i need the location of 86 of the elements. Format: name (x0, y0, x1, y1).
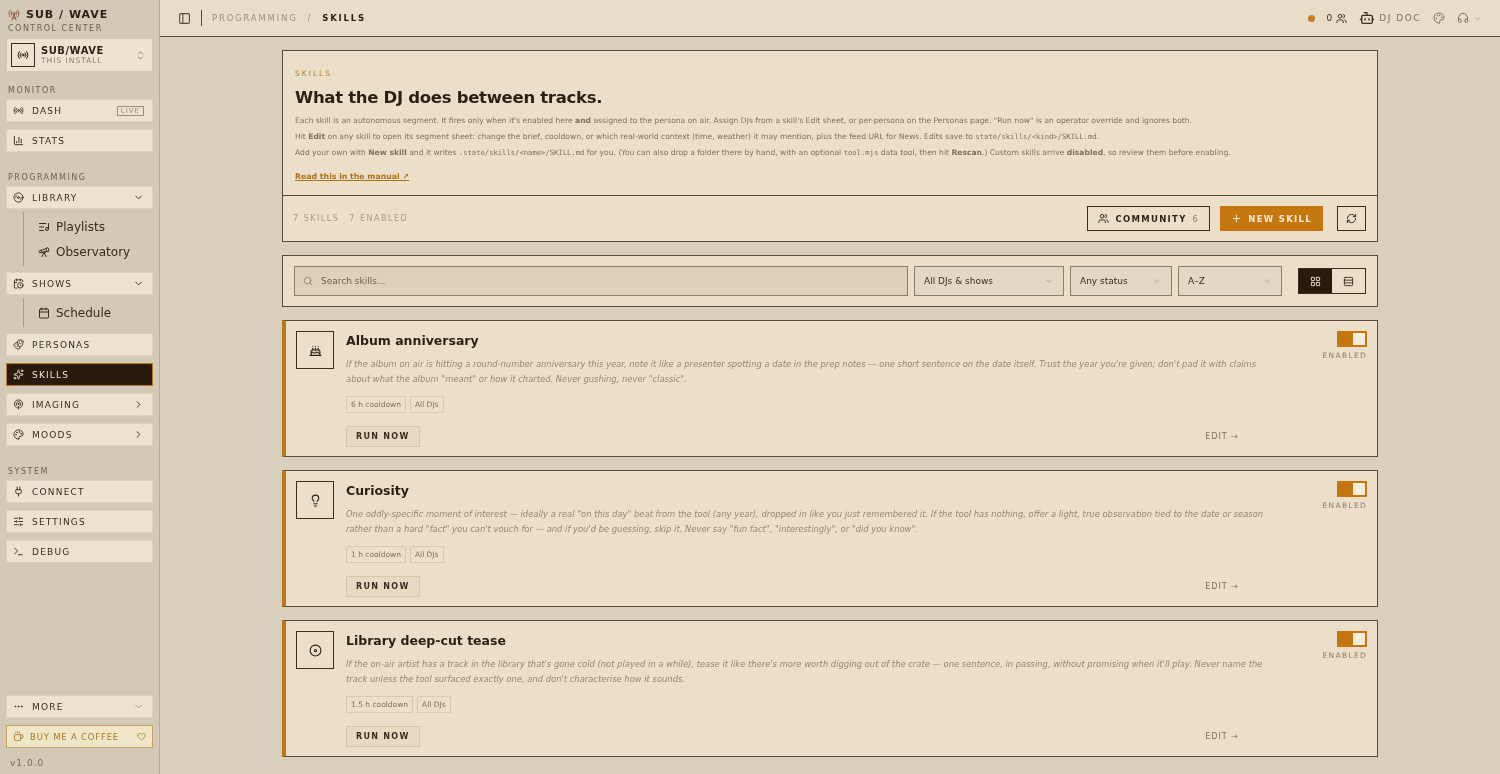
broadcast-icon (13, 105, 24, 116)
edit-link[interactable]: EDIT → (1205, 432, 1239, 441)
masks-icon (13, 339, 24, 350)
disc-icon (13, 192, 24, 203)
nav-item[interactable]: DEBUG (6, 540, 153, 563)
section-label: SYSTEM (8, 467, 50, 476)
edit-link[interactable]: EDIT → (1205, 732, 1239, 741)
enable-toggle[interactable] (1337, 481, 1367, 497)
sparkles-icon (13, 369, 24, 380)
nav-item[interactable]: SHOWS (6, 272, 153, 295)
refresh-icon (1346, 213, 1357, 224)
enabled-count: 7 ENABLED (349, 214, 409, 223)
nav-item[interactable]: CONNECT (6, 480, 153, 503)
nav-item[interactable]: STATS (6, 129, 153, 152)
breadcrumb-separator: / (307, 13, 313, 23)
list-music-icon (38, 220, 50, 233)
lightbulb-icon (296, 481, 334, 519)
skill-description: One oddly-specific moment of interest — ideally a real "on this day" beat from the tool (any year), dropped in like you just remembered it. If the tool has nothing, offer a light, true observation tied to the date or season rather than a hard "fact" you can't vouch for — and if you'd be guessing, skip it. Never say "fun fact", "interestingly", or "did you know". (346, 508, 1265, 536)
nav-subitem[interactable]: Observatory (32, 239, 153, 264)
run-now-button[interactable]: RUN NOW (346, 726, 420, 747)
grid-view-button[interactable] (1299, 269, 1332, 293)
more-menu[interactable]: MORE (6, 695, 153, 718)
palette-icon (13, 429, 24, 440)
community-button[interactable]: COMMUNITY 6 (1087, 206, 1211, 231)
nav-subitem[interactable]: Schedule (32, 300, 153, 325)
nav-subitem[interactable]: Playlists (32, 214, 153, 239)
nav-item[interactable]: PERSONAS (6, 333, 153, 356)
skill-title: Album anniversary (346, 333, 480, 348)
enable-toggle[interactable] (1337, 631, 1367, 647)
chevron-down-icon (1262, 276, 1272, 286)
sidebar-toggle-icon[interactable] (178, 11, 191, 25)
headphones-icon[interactable] (1457, 12, 1469, 24)
users-icon (1098, 213, 1110, 224)
plug-icon (13, 486, 24, 497)
nav-item[interactable]: SKILLS (6, 363, 153, 386)
cake-icon (296, 331, 334, 369)
robot-icon (1359, 10, 1376, 26)
dj-selector[interactable]: DJ DOC (1359, 10, 1421, 26)
skill-description: If the on-air artist has a track in the library that's gone cold (not played in a while), tease it like there's more worth digging out of the crate — one sentence, in passing, without promising when it'll play. Never name the track unless the tool surfaced exactly one, and don't characterise how it sounds. (346, 658, 1264, 686)
filter-select[interactable]: Any status (1070, 266, 1172, 296)
antenna-icon (11, 43, 35, 67)
grid-icon (1310, 275, 1321, 287)
refresh-button[interactable] (1337, 206, 1366, 231)
run-now-button[interactable]: RUN NOW (346, 426, 420, 447)
bar-chart-icon (13, 135, 24, 146)
heart-icon (137, 732, 146, 741)
nav-item[interactable]: IMAGING (6, 393, 153, 416)
breadcrumb-item: SKILLS (322, 13, 366, 23)
palette-icon[interactable] (1433, 12, 1445, 24)
filter-select[interactable]: All DJs & shows (914, 266, 1064, 296)
chevron-down-icon (1152, 276, 1162, 286)
calendar-icon (38, 306, 50, 319)
skill-title: Library deep-cut tease (346, 633, 507, 648)
skill-description: If the album on air is hitting a round-number anniversary this year, note it like a presenter spotting a date in the prep notes — one short sentence on the date itself. Trust the year you're given; don't pad it with claims about what the album "meant" or how it charted. Never gushing, never "classic". (346, 358, 1258, 386)
chevron-up-down-icon (135, 49, 146, 61)
plus-icon (1231, 213, 1243, 224)
filter-select[interactable]: A–Z (1178, 266, 1282, 296)
listener-count: 0 (1326, 13, 1333, 23)
skill-title: Curiosity (346, 483, 410, 498)
telescope-icon (38, 245, 50, 258)
nav-item[interactable]: MOODS (6, 423, 153, 446)
rows-icon (1343, 275, 1354, 287)
status-dot (1307, 14, 1315, 22)
coffee-icon (13, 731, 24, 742)
calendar-clock-icon (13, 278, 24, 289)
search-icon (303, 276, 313, 286)
install-name: SUB/WAVE (41, 45, 105, 56)
edit-link[interactable]: EDIT → (1205, 582, 1239, 591)
enable-toggle[interactable] (1337, 331, 1367, 347)
podcast-icon (13, 399, 24, 410)
section-label: PROGRAMMING (8, 173, 88, 182)
logo-icon (8, 8, 20, 21)
search-field[interactable]: Search skills... (294, 266, 908, 296)
nav-item[interactable]: LIBRARY (6, 186, 153, 209)
sliders-icon (13, 516, 24, 527)
brand-name: SUB / WAVE (26, 8, 109, 21)
version-label: v1.0.0 (9, 758, 46, 768)
skill-count: 7 SKILLS (293, 214, 340, 223)
users-icon (1336, 12, 1348, 24)
terminal-icon (13, 546, 24, 557)
nav-item[interactable]: SETTINGS (6, 510, 153, 533)
section-label: MONITOR (8, 86, 58, 95)
chevron-down-icon (1044, 276, 1054, 286)
brand-subtitle: CONTROL CENTER (8, 24, 104, 33)
run-now-button[interactable]: RUN NOW (346, 576, 420, 597)
page-title: What the DJ does between tracks. (295, 88, 604, 107)
